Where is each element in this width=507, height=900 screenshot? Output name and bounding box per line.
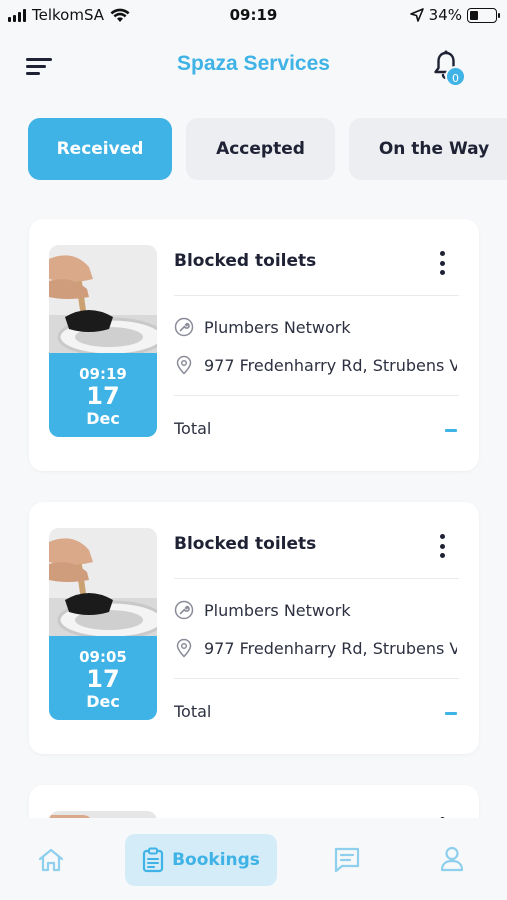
provider-row: Plumbers Network — [174, 600, 457, 620]
divider — [174, 578, 459, 579]
more-options-icon[interactable] — [435, 534, 449, 558]
notification-badge: 0 — [445, 66, 466, 87]
app-title: Spaza Services — [177, 52, 330, 75]
tab-received[interactable]: Received — [28, 118, 172, 180]
wrench-icon — [174, 317, 194, 337]
booking-address: 977 Fredenharry Rd, Strubens Va — [204, 355, 457, 375]
provider-row: Plumbers Network — [174, 317, 457, 337]
tab-accepted[interactable]: Accepted — [186, 118, 335, 180]
booking-month: Dec — [86, 692, 120, 711]
nav-bookings-label: Bookings — [172, 850, 260, 870]
plunger-photo — [49, 245, 157, 353]
wrench-icon — [174, 600, 194, 620]
battery-icon — [467, 7, 500, 23]
status-tabs: Received Accepted On the Way — [28, 118, 507, 180]
notifications-button[interactable]: 0 — [433, 50, 469, 87]
total-value — [445, 429, 457, 432]
provider-name: Plumbers Network — [204, 600, 351, 620]
booking-card[interactable]: 09:05 17 Dec Blocked toilets Plumbers Ne… — [29, 502, 479, 754]
total-label: Total — [174, 702, 212, 721]
location-arrow-icon — [409, 8, 424, 22]
nav-bookings[interactable]: Bookings — [125, 834, 277, 886]
provider-name: Plumbers Network — [204, 317, 351, 337]
booking-address: 977 Fredenharry Rd, Strubens Va — [204, 638, 457, 658]
booking-thumbnail: 09:19 17 Dec — [49, 245, 157, 437]
divider — [174, 678, 459, 679]
booking-title: Blocked toilets — [174, 251, 317, 271]
home-icon[interactable] — [38, 848, 64, 872]
tab-on-the-way[interactable]: On the Way — [349, 118, 507, 180]
bottom-navigation: Bookings — [0, 818, 507, 900]
total-label: Total — [174, 419, 212, 438]
booking-date: 09:19 17 Dec — [49, 353, 157, 437]
booking-day: 17 — [86, 665, 120, 693]
address-row: 977 Fredenharry Rd, Strubens Va — [174, 638, 457, 658]
total-value — [445, 712, 457, 715]
booking-date: 09:05 17 Dec — [49, 636, 157, 720]
booking-card[interactable]: 09:19 17 Dec Blocked toilets Plumbers Ne… — [29, 219, 479, 471]
booking-day: 17 — [86, 382, 120, 410]
battery-percent: 34% — [428, 6, 462, 24]
booking-time: 09:05 — [79, 648, 127, 666]
battery-fill — [470, 10, 479, 20]
booking-thumbnail: 09:05 17 Dec — [49, 528, 157, 720]
bookings-icon — [142, 847, 164, 873]
profile-icon[interactable] — [440, 846, 464, 872]
booking-title: Blocked toilets — [174, 534, 317, 554]
divider — [174, 395, 459, 396]
location-pin-icon — [176, 638, 192, 658]
plunger-photo — [49, 528, 157, 636]
divider — [174, 295, 459, 296]
status-right: 34% — [409, 6, 500, 24]
status-bar: TelkomSA 09:19 34% — [0, 0, 507, 32]
location-pin-icon — [176, 355, 192, 375]
app-header: Spaza Services 0 — [0, 40, 507, 92]
booking-month: Dec — [86, 409, 120, 428]
booking-time: 09:19 — [79, 365, 127, 383]
more-options-icon[interactable] — [435, 251, 449, 275]
chat-icon[interactable] — [333, 846, 361, 874]
address-row: 977 Fredenharry Rd, Strubens Va — [174, 355, 457, 375]
